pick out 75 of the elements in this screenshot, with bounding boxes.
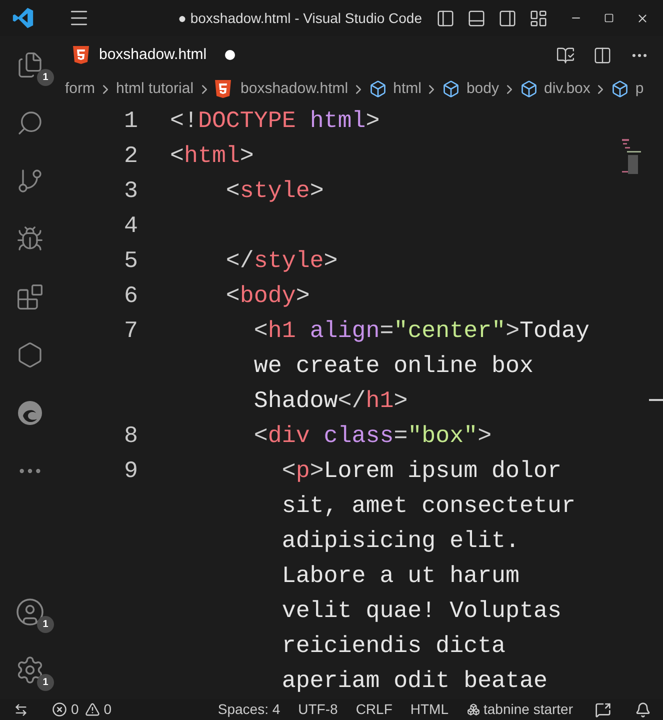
preview-icon[interactable] [556,46,575,64]
settings-icon[interactable] [15,655,45,685]
maximize-icon[interactable] [604,13,614,23]
code-line: reiciendis dicta [280,633,506,659]
search-icon[interactable] [16,109,44,137]
line-number: 9 [123,457,138,486]
notification-badge: 1 [37,69,54,86]
cube-icon [442,80,460,98]
code-line: Labore a ut harum [280,563,520,589]
cube-icon [611,80,630,98]
code-line: <style> [224,178,324,204]
layout-icon[interactable] [529,8,548,28]
panel-left-icon[interactable] [436,8,455,28]
bell-icon[interactable] [635,702,651,718]
code-line: Shadow</h1> [252,388,408,414]
panel-bottom-icon[interactable] [467,8,486,28]
files-icon[interactable] [16,51,44,79]
minimap-drawing [621,138,643,174]
warning-icon [84,702,100,717]
line-number: 6 [123,282,138,311]
close-icon[interactable] [636,12,649,24]
code-line: aperiam odit beatae [280,668,548,694]
code-line: adipisicing elit. [280,528,520,554]
swirl-icon[interactable] [16,399,44,427]
breadcrumb-item[interactable]: div.box [544,78,590,100]
tab-label: boxshadow.html [99,44,207,65]
html-file-icon [73,46,89,64]
app-logo-icon [12,7,34,29]
tabnine-icon [466,703,480,716]
split-editor-icon[interactable] [593,46,612,64]
code-line: sit, amet consectetur [280,493,576,519]
remote-icon[interactable] [14,702,28,716]
line-number: 7 [123,317,138,346]
line-number: 8 [123,422,138,451]
line-number: 1 [123,107,138,136]
extensions-icon[interactable] [16,283,44,311]
status-item[interactable]: UTF-8 [298,699,338,720]
scrollbar-marker [649,399,663,401]
window-title: ● boxshadow.html - Visual Studio Code [178,8,422,28]
breadcrumb-item[interactable]: boxshadow.html [240,78,348,100]
code-line: <h1 align="center">Today [252,318,590,344]
code-line: <div class="box"> [252,423,492,449]
code-line: <body> [224,283,310,309]
line-number: 4 [123,212,138,241]
status-item[interactable]: HTML [410,699,448,720]
breadcrumb-item[interactable]: body [466,78,499,100]
code-line: <html> [170,143,254,169]
code-line: <!DOCTYPE html> [170,108,380,134]
account-icon[interactable] [15,597,45,627]
breadcrumb-item[interactable]: form [65,78,95,100]
line-number: 2 [123,142,138,171]
status-item[interactable]: Spaces: 4 [218,699,280,720]
breadcrumb-item[interactable]: p [635,78,644,100]
code-line: </style> [224,248,338,274]
notification-badge: 1 [37,616,54,633]
code-line: <p>Lorem ipsum dolor [280,458,562,484]
problems-button[interactable]: 0 0 [52,699,112,720]
error-icon [52,702,67,717]
cube-icon [369,80,388,98]
code-line: velit quae! Voluptas [280,598,562,624]
notification-badge: 1 [37,674,54,691]
bug-icon[interactable] [16,225,44,253]
breadcrumb-item[interactable]: html [393,78,422,100]
html-file-icon [214,80,231,98]
status-item[interactable]: CRLF [356,699,392,720]
cube-icon [520,80,538,98]
line-number: 5 [123,247,138,276]
feedback-icon[interactable] [595,702,611,718]
breadcrumb-item[interactable]: html tutorial [116,78,194,100]
branch-icon[interactable] [16,167,44,195]
status-item[interactable]: tabnine starter [484,699,573,720]
hexagon-icon[interactable] [16,341,44,369]
code-line: we create online box [252,353,534,379]
panel-right-icon[interactable] [498,8,517,28]
line-number: 3 [123,177,138,206]
